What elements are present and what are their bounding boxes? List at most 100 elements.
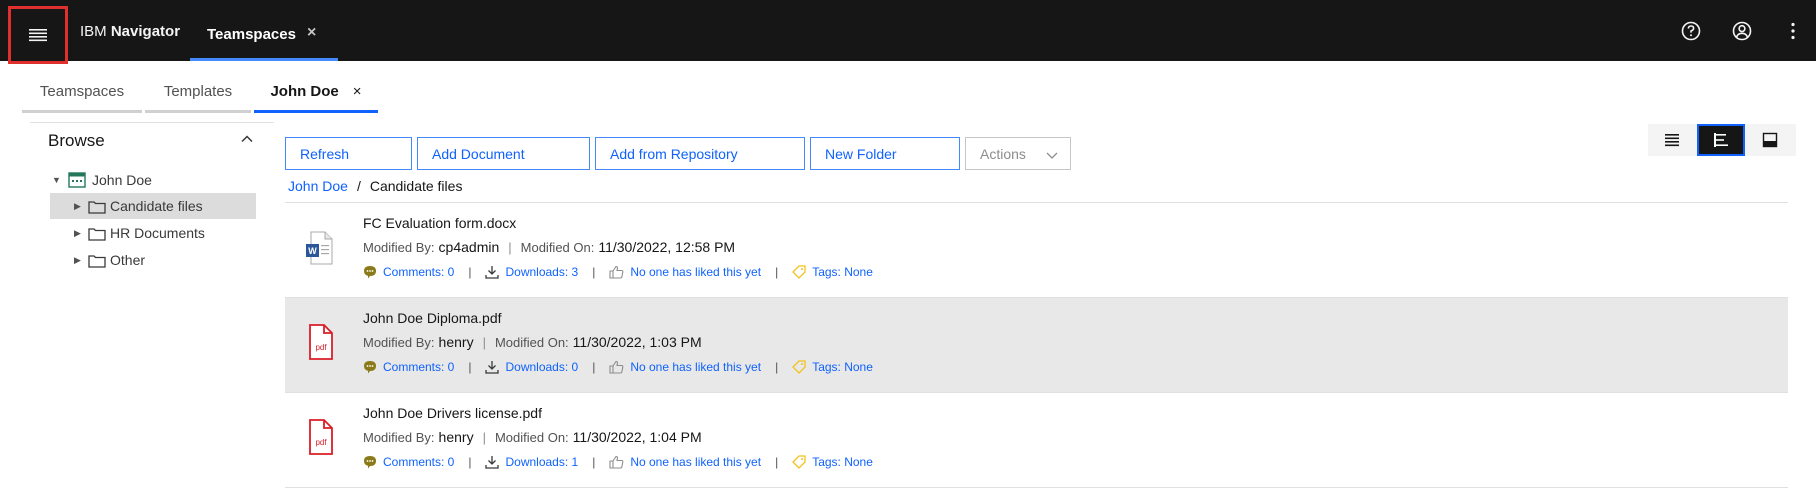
like-link[interactable]: No one has liked this yet xyxy=(609,265,761,279)
actions-dropdown[interactable]: Actions xyxy=(965,137,1071,170)
meta-separator: | xyxy=(482,335,486,350)
document-row[interactable]: W FC Evaluation form.docx Modified By: cp… xyxy=(285,203,1788,298)
like-link[interactable]: No one has liked this yet xyxy=(609,455,761,469)
downloads-count: Downloads: 0 xyxy=(505,360,579,374)
downloads-link[interactable]: Downloads: 3 xyxy=(485,265,578,279)
thumbs-up-icon xyxy=(609,455,624,469)
svg-text:W: W xyxy=(308,246,317,256)
tags-link[interactable]: Tags: None xyxy=(792,265,873,279)
stat-separator: | xyxy=(592,360,596,374)
refresh-button-label: Refresh xyxy=(300,146,350,162)
likes-text: No one has liked this yet xyxy=(630,455,762,469)
downloads-link[interactable]: Downloads: 1 xyxy=(485,455,578,469)
stat-separator: | xyxy=(468,265,472,279)
document-list: W FC Evaluation form.docx Modified By: cp… xyxy=(285,202,1788,488)
help-icon[interactable] xyxy=(1680,20,1702,42)
word-document-icon: W xyxy=(306,231,333,265)
caret-right-icon[interactable]: ▶ xyxy=(74,201,81,212)
subtab-teamspaces[interactable]: Teamspaces xyxy=(22,76,142,113)
comments-count: Comments: 0 xyxy=(383,455,455,469)
modified-by-label: Modified By: xyxy=(363,430,435,445)
document-name[interactable]: FC Evaluation form.docx xyxy=(363,215,516,231)
breadcrumb: John Doe / Candidate files xyxy=(288,178,462,194)
details-view-button[interactable] xyxy=(1648,124,1696,156)
hamburger-menu-button[interactable] xyxy=(8,6,68,64)
user-avatar-icon[interactable] xyxy=(1731,20,1753,42)
svg-text:pdf: pdf xyxy=(315,438,327,447)
browse-sidebar: Browse ▼ John Doe ▶ Candidate files ▶ HR… xyxy=(30,122,274,268)
caret-down-icon[interactable]: ▼ xyxy=(52,175,61,185)
tree-item-hr-documents[interactable]: ▶ HR Documents xyxy=(50,220,256,246)
modified-on-value: 11/30/2022, 1:04 PM xyxy=(572,429,702,445)
chevron-up-icon[interactable] xyxy=(240,132,254,146)
add-from-repository-button[interactable]: Add from Repository xyxy=(595,137,805,170)
document-row[interactable]: pdf John Doe Drivers license.pdf Modifie… xyxy=(285,393,1788,488)
comments-link[interactable]: Comments: 0 xyxy=(363,455,454,469)
tree-item-label: John Doe xyxy=(92,172,152,188)
downloads-count: Downloads: 1 xyxy=(505,455,579,469)
tree-item-label: HR Documents xyxy=(110,225,205,241)
breadcrumb-root-link[interactable]: John Doe xyxy=(288,178,348,194)
document-name[interactable]: John Doe Diploma.pdf xyxy=(363,310,502,326)
list-view-icon xyxy=(1665,134,1679,147)
refresh-button[interactable]: Refresh xyxy=(285,137,412,170)
tab-teamspaces[interactable]: Teamspaces × xyxy=(190,8,338,61)
modified-by-label: Modified By: xyxy=(363,240,435,255)
tag-icon xyxy=(792,455,806,469)
app-brand: IBM Navigator xyxy=(80,23,180,40)
filmstrip-view-icon xyxy=(1762,132,1778,148)
filmstrip-view-button[interactable] xyxy=(1746,124,1794,156)
modified-on-value: 11/30/2022, 12:58 PM xyxy=(598,239,736,255)
browse-heading: Browse xyxy=(48,131,105,150)
modified-by-value: henry xyxy=(438,429,474,445)
subtab-templates[interactable]: Templates xyxy=(145,76,251,113)
tree-item-john-doe[interactable]: ▼ John Doe xyxy=(50,167,256,193)
likes-text: No one has liked this yet xyxy=(630,360,762,374)
subtab-close-icon[interactable]: × xyxy=(353,83,362,100)
subtab-templates-label: Templates xyxy=(163,83,233,100)
caret-right-icon[interactable]: ▶ xyxy=(74,255,81,266)
tree-item-candidate-files[interactable]: ▶ Candidate files xyxy=(50,193,256,219)
stat-separator: | xyxy=(592,455,596,469)
download-icon xyxy=(485,456,500,469)
subtab-john-doe-label: John Doe xyxy=(270,83,339,100)
brand-prefix: IBM xyxy=(80,23,107,40)
modified-by-value: henry xyxy=(438,334,474,350)
add-document-button[interactable]: Add Document xyxy=(417,137,590,170)
modified-on-label: Modified On: xyxy=(520,240,595,255)
tags-link[interactable]: Tags: None xyxy=(792,455,873,469)
meta-separator: | xyxy=(508,240,512,255)
subtab-john-doe[interactable]: John Doe × xyxy=(254,76,378,113)
document-stats: Comments: 0 | Downloads: 3 | No one has … xyxy=(363,265,873,279)
stat-separator: | xyxy=(775,455,779,469)
stat-separator: | xyxy=(592,265,596,279)
stat-separator: | xyxy=(775,360,779,374)
downloads-link[interactable]: Downloads: 0 xyxy=(485,360,578,374)
subtab-teamspaces-label: Teamspaces xyxy=(39,83,125,100)
tag-icon xyxy=(792,265,806,279)
comment-icon xyxy=(364,456,376,469)
tree-item-other[interactable]: ▶ Other xyxy=(50,247,256,273)
chevron-down-icon xyxy=(1046,152,1058,159)
document-name[interactable]: John Doe Drivers license.pdf xyxy=(363,405,542,421)
modified-by-label: Modified By: xyxy=(363,335,435,350)
view-switcher xyxy=(1648,124,1796,156)
downloads-count: Downloads: 3 xyxy=(505,265,579,279)
new-folder-button[interactable]: New Folder xyxy=(810,137,960,170)
comments-link[interactable]: Comments: 0 xyxy=(363,360,454,374)
tab-close-icon[interactable]: × xyxy=(307,24,316,42)
hamburger-menu-icon xyxy=(29,29,47,42)
like-link[interactable]: No one has liked this yet xyxy=(609,360,761,374)
tags-link[interactable]: Tags: None xyxy=(792,360,873,374)
pdf-icon: pdf xyxy=(309,419,333,455)
document-stats: Comments: 0 | Downloads: 0 | No one has … xyxy=(363,360,873,374)
caret-right-icon[interactable]: ▶ xyxy=(74,228,81,239)
comments-link[interactable]: Comments: 0 xyxy=(363,265,454,279)
tree-item-label: Candidate files xyxy=(110,198,203,214)
download-icon xyxy=(485,361,500,374)
tags-text: Tags: None xyxy=(812,360,873,374)
document-row[interactable]: pdf John Doe Diploma.pdf Modified By: hen… xyxy=(285,298,1788,393)
magazine-view-button[interactable] xyxy=(1697,124,1745,156)
tree-list-icon xyxy=(1714,133,1728,147)
overflow-menu-icon[interactable] xyxy=(1782,20,1804,42)
